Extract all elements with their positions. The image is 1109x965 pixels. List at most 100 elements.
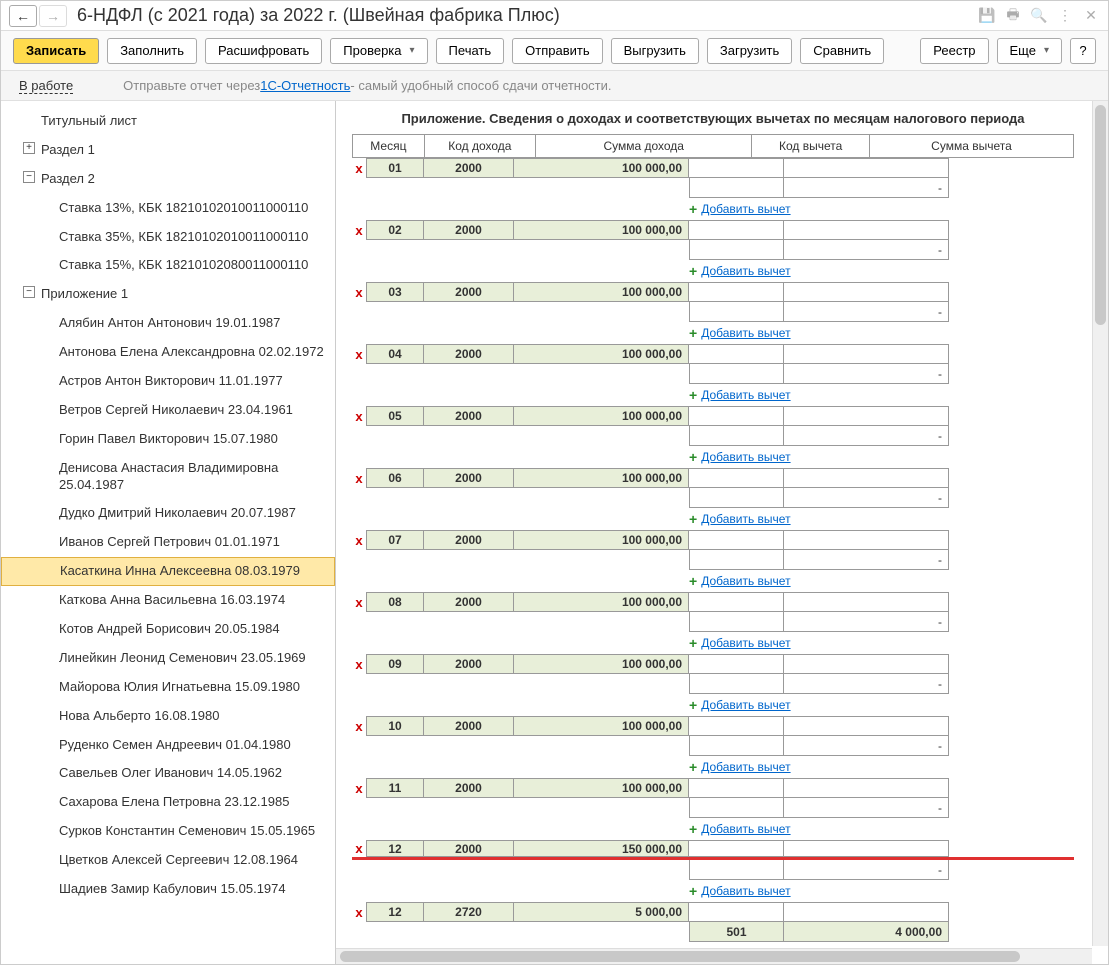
vertical-scrollbar[interactable]: [1092, 101, 1108, 946]
cell-income-amount[interactable]: 100 000,00: [514, 592, 689, 612]
more-button[interactable]: Еще: [997, 38, 1062, 64]
delete-row-icon[interactable]: x: [352, 406, 366, 426]
add-icon[interactable]: +: [689, 635, 697, 651]
cell-deduction-code-2[interactable]: [689, 674, 784, 694]
delete-row-icon[interactable]: x: [352, 716, 366, 736]
tree-item[interactable]: Иванов Сергей Петрович 01.01.1971: [1, 528, 335, 557]
delete-row-icon[interactable]: x: [352, 840, 366, 857]
cell-deduction-code-2[interactable]: [689, 798, 784, 818]
print-icon[interactable]: 🖶: [1004, 7, 1022, 25]
cell-deduction-amount-2[interactable]: -: [784, 426, 949, 446]
cell-deduction-code-2[interactable]: [689, 612, 784, 632]
cell-income-amount[interactable]: 100 000,00: [514, 282, 689, 302]
add-deduction-link[interactable]: Добавить вычет: [701, 512, 790, 526]
add-icon[interactable]: +: [689, 697, 697, 713]
cell-deduction-amount-2[interactable]: -: [784, 860, 949, 880]
delete-row-icon[interactable]: x: [352, 654, 366, 674]
cell-income-amount[interactable]: 5 000,00: [514, 902, 689, 922]
delete-row-icon[interactable]: x: [352, 778, 366, 798]
cell-income-amount[interactable]: 100 000,00: [514, 406, 689, 426]
add-deduction-link[interactable]: Добавить вычет: [701, 264, 790, 278]
cell-month[interactable]: 02: [366, 220, 424, 240]
delete-row-icon[interactable]: x: [352, 592, 366, 612]
cell-deduction-amount[interactable]: [784, 716, 949, 736]
cell-income-code[interactable]: 2000: [424, 158, 514, 178]
add-deduction-link[interactable]: Добавить вычет: [701, 388, 790, 402]
cell-income-code[interactable]: 2000: [424, 468, 514, 488]
report-link[interactable]: 1С-Отчетность: [260, 78, 350, 93]
cell-deduction-amount-2[interactable]: -: [784, 550, 949, 570]
cell-month[interactable]: 07: [366, 530, 424, 550]
tree-item[interactable]: Ставка 13%, КБК 18210102010011000110: [1, 194, 335, 223]
load-button[interactable]: Загрузить: [707, 38, 792, 64]
add-icon[interactable]: +: [689, 759, 697, 775]
tree-item[interactable]: Титульный лист: [1, 107, 335, 136]
delete-row-icon[interactable]: x: [352, 468, 366, 488]
cell-deduction-code[interactable]: [689, 344, 784, 364]
cell-income-code[interactable]: 2000: [424, 344, 514, 364]
tree-item[interactable]: −Приложение 1: [1, 280, 335, 309]
add-icon[interactable]: +: [689, 945, 697, 946]
cell-deduction-code-2[interactable]: [689, 550, 784, 570]
tree-item[interactable]: Линейкин Леонид Семенович 23.05.1969: [1, 644, 335, 673]
cell-income-amount[interactable]: 100 000,00: [514, 716, 689, 736]
cell-income-amount[interactable]: 100 000,00: [514, 158, 689, 178]
cell-deduction-amount[interactable]: [784, 840, 949, 857]
add-deduction-link[interactable]: Добавить вычет: [701, 822, 790, 836]
add-deduction-link[interactable]: Добавить вычет: [701, 326, 790, 340]
cell-deduction-code-2[interactable]: [689, 178, 784, 198]
cell-deduction-amount[interactable]: [784, 654, 949, 674]
cell-deduction-code[interactable]: [689, 220, 784, 240]
save-icon[interactable]: 💾: [978, 7, 996, 25]
cell-deduction-amount-2[interactable]: -: [784, 302, 949, 322]
cell-income-amount[interactable]: 100 000,00: [514, 654, 689, 674]
check-button[interactable]: Проверка: [330, 38, 427, 64]
cell-deduction-code[interactable]: [689, 902, 784, 922]
add-icon[interactable]: +: [689, 883, 697, 899]
cell-deduction-amount[interactable]: [784, 530, 949, 550]
registry-button[interactable]: Реестр: [920, 38, 988, 64]
tree-item[interactable]: Каткова Анна Васильевна 16.03.1974: [1, 586, 335, 615]
tree-item[interactable]: Нова Альберто 16.08.1980: [1, 702, 335, 731]
add-icon[interactable]: +: [689, 511, 697, 527]
cell-deduction-amount[interactable]: [784, 344, 949, 364]
cell-deduction-code-2[interactable]: [689, 860, 784, 880]
add-deduction-link[interactable]: Добавить вычет: [701, 574, 790, 588]
add-deduction-link[interactable]: Добавить вычет: [701, 884, 790, 898]
cell-month[interactable]: 08: [366, 592, 424, 612]
cell-income-amount[interactable]: 100 000,00: [514, 778, 689, 798]
write-button[interactable]: Записать: [13, 38, 99, 64]
cell-income-code[interactable]: 2000: [424, 840, 514, 857]
cell-income-code[interactable]: 2000: [424, 282, 514, 302]
cell-deduction-code-2[interactable]: [689, 302, 784, 322]
cell-deduction-code[interactable]: [689, 654, 784, 674]
cell-deduction-amount-2[interactable]: -: [784, 674, 949, 694]
tree-item[interactable]: Майорова Юлия Игнатьевна 15.09.1980: [1, 673, 335, 702]
cell-deduction-amount-2[interactable]: -: [784, 364, 949, 384]
cell-month[interactable]: 12: [366, 840, 424, 857]
tree-item[interactable]: Касаткина Инна Алексеевна 08.03.1979: [1, 557, 335, 586]
tree-item[interactable]: −Раздел 2: [1, 165, 335, 194]
cell-month[interactable]: 03: [366, 282, 424, 302]
cell-deduction-amount-2[interactable]: -: [784, 798, 949, 818]
compare-button[interactable]: Сравнить: [800, 38, 884, 64]
tree-sidebar[interactable]: Титульный лист+Раздел 1−Раздел 2Ставка 1…: [1, 101, 336, 964]
cell-income-amount[interactable]: 100 000,00: [514, 468, 689, 488]
cell-deduction-code-2[interactable]: [689, 736, 784, 756]
add-icon[interactable]: +: [689, 387, 697, 403]
cell-month[interactable]: 06: [366, 468, 424, 488]
cell-deduction-amount-2[interactable]: -: [784, 178, 949, 198]
delete-row-icon[interactable]: x: [352, 530, 366, 550]
search-icon[interactable]: 🔍: [1030, 7, 1048, 25]
cell-deduction-code[interactable]: [689, 158, 784, 178]
add-deduction-link[interactable]: Добавить вычет: [701, 202, 790, 216]
help-button[interactable]: ?: [1070, 38, 1096, 64]
add-deduction-link[interactable]: Добавить вычет: [701, 450, 790, 464]
delete-row-icon[interactable]: x: [352, 158, 366, 178]
tree-item[interactable]: Денисова Анастасия Владимировна 25.04.19…: [1, 454, 335, 500]
expand-icon[interactable]: +: [23, 142, 35, 154]
cell-deduction-code-2[interactable]: [689, 240, 784, 260]
cell-deduction-amount[interactable]: [784, 592, 949, 612]
cell-income-code[interactable]: 2720: [424, 902, 514, 922]
cell-deduction-code-2[interactable]: [689, 488, 784, 508]
